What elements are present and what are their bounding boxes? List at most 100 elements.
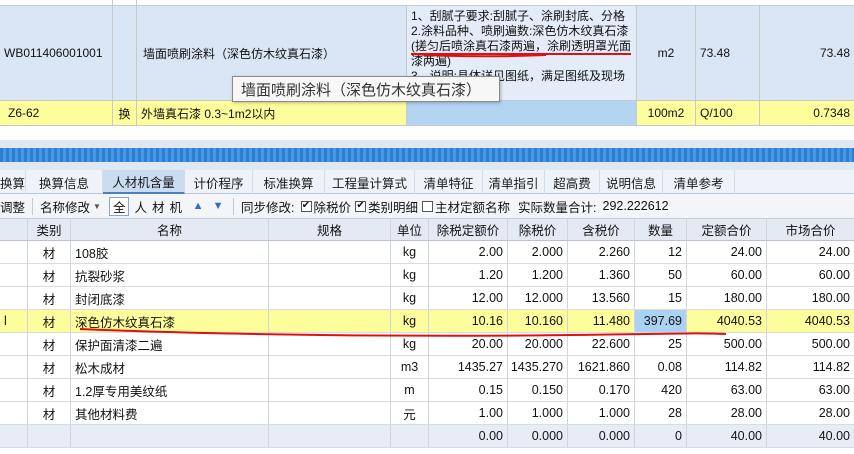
cell-quota-price: 12.00	[429, 287, 508, 309]
header-name[interactable]: 名称	[71, 219, 269, 240]
cell-qty: 0.08	[635, 356, 687, 378]
table-row[interactable]: l 材深色仿木纹真石漆 kg 10.16 10.160 11.480 397.69 4040.…	[0, 310, 854, 333]
header-category[interactable]: 类别	[28, 219, 71, 240]
header-incl-price[interactable]: 含税价	[568, 219, 635, 240]
name-tooltip: 墙面喷刷涂料（深色仿木纹真石漆）	[232, 76, 500, 102]
table-row[interactable]: 材保护面清漆二遍 kg 20.00 20.000 22.600 25 500.00 500.0…	[0, 333, 854, 356]
cell-incl-price: 2.260	[568, 241, 635, 263]
header-unit[interactable]: 单位	[391, 219, 429, 240]
rename-dropdown[interactable]: 名称修改 ▼	[36, 194, 105, 219]
sub-features-cell[interactable]	[407, 101, 637, 125]
sync-label: 同步修改:	[241, 200, 295, 215]
cell-category	[28, 425, 71, 447]
move-up-icon[interactable]: ▲	[190, 198, 206, 214]
cell-name: 保护面清漆二遍	[71, 333, 269, 355]
table-row[interactable]: 材松木成材 m3 1435.27 1435.270 1621.860 0.08 114.82…	[0, 356, 854, 379]
cell-excl-price: 0.150	[508, 379, 568, 401]
header-market-total[interactable]: 市场合价	[767, 219, 854, 240]
filter-all[interactable]: 全	[108, 196, 130, 216]
tab-overheight-fee[interactable]: 超高费	[545, 170, 600, 194]
materials-grid: 类别 名称 规格 单位 除税定额价 除税价 含税价 数量 定额合价 市场合价 材…	[0, 219, 854, 454]
cell-incl-price: 0.000	[568, 425, 635, 447]
cell-excl-price: 0.000	[508, 425, 568, 447]
cell-quota-price: 10.16	[429, 310, 508, 332]
cell-category: 材	[28, 333, 71, 355]
table-row[interactable]: 材封闭底漆 kg 12.00 12.000 13.560 15 180.00 180.00	[0, 287, 854, 310]
cell-excl-price: 1.200	[508, 264, 568, 286]
table-row[interactable]: 材抗裂砂浆 kg 1.20 1.200 1.360 50 60.00 60.00	[0, 264, 854, 287]
quota-unit: m2	[637, 6, 696, 100]
cell-excl-price: 20.000	[508, 333, 568, 355]
row-marker	[0, 287, 28, 309]
tab-standard-conversion-2[interactable]: 标准换算	[253, 170, 325, 194]
sub-code: Z6-62	[0, 101, 113, 125]
cell-unit: kg	[391, 241, 429, 263]
cell-spec	[269, 310, 391, 332]
category-detail-checkbox[interactable]: ✔ 类别明细	[353, 194, 420, 219]
adjust-button[interactable]: 调整	[0, 194, 29, 219]
cell-quota-price: 2.00	[429, 241, 508, 263]
row-marker	[0, 333, 28, 355]
tab-conversion-info[interactable]: 换算信息	[26, 170, 103, 194]
cell-qty: 0	[635, 425, 687, 447]
cell-category: 材	[28, 356, 71, 378]
cell-market-total: 24.00	[818, 245, 850, 259]
table-row[interactable]: 材其他材料费元 1.00 1.000 1.000 28 28.00 28.00	[0, 402, 854, 425]
tab-pricing-procedure[interactable]: 计价程序	[185, 170, 253, 194]
filter-machine[interactable]: 机	[170, 197, 183, 216]
tab-quantity-formula[interactable]: 工程量计算式	[325, 170, 415, 194]
cell-excl-price: 10.160	[508, 310, 568, 332]
cell-qty: 50	[635, 264, 687, 286]
cell-incl-price: 13.560	[568, 287, 635, 309]
cell-qty: 15	[635, 287, 687, 309]
tab-description-info[interactable]: 说明信息	[600, 170, 663, 194]
tab-bill-guide[interactable]: 清单指引	[483, 170, 545, 194]
quota-total-quantity: 73.48	[819, 46, 850, 60]
cell-quota-total: 63.00	[687, 379, 767, 401]
cell-name: 深色仿木纹真石漆	[71, 310, 269, 332]
cell-excl-price: 12.000	[508, 287, 568, 309]
cell-qty: 397.69	[635, 310, 687, 332]
cell-spec	[269, 264, 391, 286]
move-down-icon[interactable]: ▼	[210, 198, 226, 214]
cell-incl-price: 11.480	[568, 310, 635, 332]
cell-quota-total: 28.00	[687, 402, 767, 424]
cell-incl-price: 22.600	[568, 333, 635, 355]
header-spec[interactable]: 规格	[269, 219, 391, 240]
filter-labor[interactable]: 人	[134, 197, 147, 216]
quota-grid: WB011406001001 墙面喷刷涂料（深色仿木纹真石漆） 1、刮腻子要求:…	[0, 0, 854, 140]
cell-qty: 12	[635, 241, 687, 263]
cell-spec	[269, 425, 391, 447]
header-quota-total[interactable]: 定额合价	[687, 219, 767, 240]
row-marker	[0, 356, 28, 378]
header-excl-price[interactable]: 除税价	[508, 219, 568, 240]
materials-header: 类别 名称 规格 单位 除税定额价 除税价 含税价 数量 定额合价 市场合价	[0, 219, 854, 241]
cell-category: 材	[28, 264, 71, 286]
cell-market-total: 28.00	[818, 406, 850, 420]
cell-excl-price: 1435.270	[508, 356, 568, 378]
table-row[interactable]: 材 1.2厚专用美纹纸 m 0.15 0.150 0.170 420 63.00 63.00	[0, 379, 854, 402]
pane-splitter[interactable]	[0, 140, 854, 170]
tab-bill-features[interactable]: 清单特征	[415, 170, 483, 194]
header-marker	[0, 219, 28, 240]
row-marker	[0, 425, 28, 447]
feature-line-4: 漆两遍)	[411, 54, 451, 68]
quota-row-sub[interactable]: Z6-62 换 外墙真石漆 0.3~1m2以内 100m2 Q/100 0.73…	[0, 101, 854, 126]
cell-quota-total: 4040.53	[687, 310, 767, 332]
cell-spec	[269, 241, 391, 263]
cell-category: 材	[28, 379, 71, 401]
table-row[interactable]: 材 108胶 kg 2.00 2.000 2.260 12 24.00 24.00	[0, 241, 854, 264]
excl-tax-checkbox[interactable]: ✔ 除税价	[299, 194, 354, 219]
tab-labor-material-machine[interactable]: 人材机含量	[103, 170, 185, 194]
filter-material[interactable]: 材	[152, 197, 165, 216]
tab-standard-conversion[interactable]: 标准换算	[0, 170, 26, 194]
main-quota-name-checkbox[interactable]: 主材定额名称	[420, 194, 512, 219]
header-quota-price[interactable]: 除税定额价	[429, 219, 508, 240]
sub-unit: 100m2	[637, 101, 696, 125]
feature-line-2: 2.涂料品种、喷刷遍数:深色仿木纹真石漆	[411, 24, 629, 38]
sub-flag: 换	[113, 101, 137, 125]
cell-category: 材	[28, 402, 71, 424]
summary-row[interactable]: 0.00 0.000 0.000 0 40.00 40.00	[0, 425, 854, 448]
tab-bill-reference[interactable]: 清单参考	[663, 170, 735, 194]
header-qty[interactable]: 数量	[635, 219, 687, 240]
